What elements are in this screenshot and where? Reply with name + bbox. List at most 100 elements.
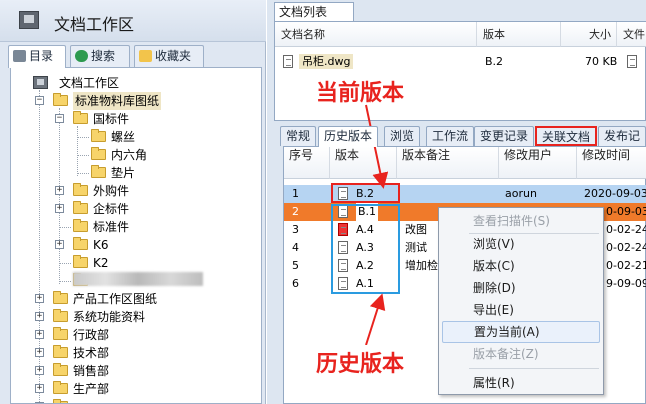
annotation-history-version: 历史版本 bbox=[316, 352, 405, 377]
tree-guide-line bbox=[59, 227, 71, 228]
row-index: 4 bbox=[292, 241, 299, 254]
folder-icon bbox=[53, 363, 68, 376]
workspace-title: 文档工作区 bbox=[54, 15, 135, 34]
folder-icon bbox=[73, 255, 88, 268]
row-time: 0-02-24 bbox=[606, 241, 646, 254]
redacted-label bbox=[73, 272, 203, 286]
row-user: aorun bbox=[505, 187, 537, 200]
folder-icon bbox=[53, 291, 68, 304]
folder-icon bbox=[53, 327, 68, 340]
tab-favorites-label: 收藏夹 bbox=[155, 49, 192, 63]
menu-version-note[interactable]: 版本备注(Z) bbox=[439, 343, 603, 365]
search-icon bbox=[75, 50, 88, 62]
column-version[interactable]: 版本 bbox=[477, 22, 561, 47]
column-file[interactable]: 文件 bbox=[617, 22, 646, 47]
folder-icon bbox=[91, 129, 106, 142]
menu-delete[interactable]: 删除(D) bbox=[439, 277, 603, 299]
monitor-icon bbox=[19, 11, 39, 29]
document-type-icon bbox=[627, 55, 637, 68]
doc-version: B.2 bbox=[485, 55, 504, 68]
tree-node-label: 销售部 bbox=[73, 364, 110, 378]
expand-icon[interactable]: + bbox=[55, 186, 64, 195]
row-time: 0-02-21 bbox=[606, 259, 646, 272]
row-index: 6 bbox=[292, 277, 299, 290]
folder-icon bbox=[53, 345, 68, 358]
row-index: 1 bbox=[292, 187, 299, 200]
doc-name: 吊柜.dwg bbox=[299, 54, 354, 69]
tree-node-label: 生产部 bbox=[73, 382, 110, 396]
favorites-folder-icon bbox=[139, 50, 152, 62]
column-size[interactable]: 大小 bbox=[561, 22, 617, 47]
tree-node-label: 标准件 bbox=[93, 220, 130, 234]
tab-directory-label: 目录 bbox=[29, 49, 54, 63]
tab-directory[interactable]: 目录 bbox=[8, 45, 66, 68]
expand-icon[interactable]: + bbox=[55, 240, 64, 249]
tab-release-log[interactable]: 发布记录 bbox=[598, 126, 646, 161]
context-menu: 查看扫描件(S) 浏览(V) 版本(C) 删除(D) 导出(E) 置为当前(A)… bbox=[438, 207, 604, 395]
tree-guide-line bbox=[59, 263, 71, 264]
folder-icon bbox=[73, 237, 88, 250]
folder-icon bbox=[73, 111, 88, 124]
row-index: 3 bbox=[292, 223, 299, 236]
menu-set-current[interactable]: 置为当前(A) bbox=[442, 321, 600, 343]
tree-node-label: 文档工作区 bbox=[59, 76, 120, 90]
column-modified-time[interactable]: 修改时间 bbox=[577, 147, 646, 179]
collapse-icon[interactable]: − bbox=[55, 114, 64, 123]
arrow-to-history bbox=[365, 293, 386, 345]
tree-node-label: 外购件 bbox=[93, 184, 130, 198]
column-version-note[interactable]: 版本备注 bbox=[397, 147, 499, 179]
directory-icon bbox=[13, 50, 26, 62]
workspace-tabs: 目录 搜索 收藏夹 bbox=[4, 45, 262, 68]
expand-icon[interactable]: + bbox=[35, 384, 44, 393]
tree-guide-line bbox=[59, 281, 71, 282]
menu-view-scan[interactable]: 查看扫描件(S) bbox=[439, 210, 603, 232]
tree-node-label: 技术部 bbox=[73, 346, 110, 360]
tree-guide-line bbox=[77, 137, 89, 138]
expand-icon[interactable]: + bbox=[35, 294, 44, 303]
tree-node-label: 行政部 bbox=[73, 328, 110, 342]
tree-node-label: 螺丝 bbox=[111, 130, 136, 144]
table-row[interactable]: 吊柜.dwg B.2 70 KB bbox=[275, 53, 645, 71]
folder-icon bbox=[73, 201, 88, 214]
tree-guide-line bbox=[77, 155, 89, 156]
folder-icon bbox=[73, 183, 88, 196]
tree-guide-line bbox=[59, 108, 60, 284]
tab-change-log[interactable]: 变更记录 bbox=[474, 126, 535, 146]
tab-workflow[interactable]: 工作流 bbox=[426, 126, 475, 146]
column-modified-user[interactable]: 修改用户 bbox=[499, 147, 577, 179]
menu-export[interactable]: 导出(E) bbox=[439, 299, 603, 321]
tab-favorites[interactable]: 收藏夹 bbox=[134, 45, 204, 67]
folder-icon bbox=[91, 147, 106, 160]
expand-icon[interactable]: + bbox=[35, 348, 44, 357]
menu-version[interactable]: 版本(C) bbox=[439, 255, 603, 277]
tree-node-label: K6 bbox=[93, 238, 109, 252]
folder-icon bbox=[53, 93, 68, 106]
menu-browse[interactable]: 浏览(V) bbox=[439, 233, 603, 255]
row-time: 9-09-09 bbox=[606, 277, 646, 290]
collapse-icon[interactable]: − bbox=[35, 96, 44, 105]
row-index: 2 bbox=[292, 205, 299, 218]
expand-icon[interactable]: + bbox=[35, 366, 44, 375]
annotation-related-box bbox=[535, 126, 597, 146]
row-index: 5 bbox=[292, 259, 299, 272]
tree-node-label: 垫片 bbox=[111, 166, 136, 180]
folder-icon bbox=[73, 219, 88, 232]
tree-node-label: 国标件 bbox=[93, 112, 130, 126]
expand-icon[interactable]: + bbox=[35, 312, 44, 321]
expand-icon[interactable]: + bbox=[55, 204, 64, 213]
doc-size: 70 KB bbox=[585, 55, 618, 68]
tab-document-list[interactable]: 文档列表 bbox=[274, 2, 354, 22]
tree-node-label: 系统功能资料 bbox=[73, 310, 146, 324]
tab-history[interactable]: 历史版本 bbox=[318, 126, 379, 147]
expand-icon[interactable]: + bbox=[35, 330, 44, 339]
column-doc-name[interactable]: 文档名称 bbox=[275, 22, 477, 47]
tab-search[interactable]: 搜索 bbox=[70, 45, 130, 67]
file-icon bbox=[283, 55, 293, 68]
folder-icon bbox=[53, 309, 68, 322]
tree-node-label: 内六角 bbox=[111, 148, 148, 162]
tab-search-label: 搜索 bbox=[91, 49, 116, 63]
menu-properties[interactable]: 属性(R) bbox=[439, 372, 603, 394]
tree-node-label: 产品工作区图纸 bbox=[73, 292, 158, 306]
tree-node-label: K2 bbox=[93, 256, 109, 270]
tree-guide-line bbox=[77, 126, 78, 176]
